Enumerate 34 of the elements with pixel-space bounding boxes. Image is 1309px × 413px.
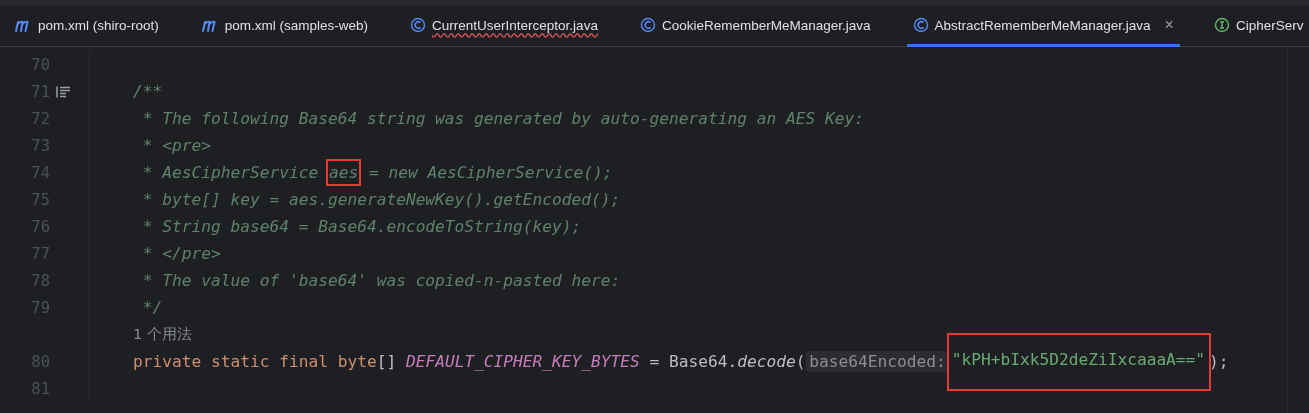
doc-comment: * <pre>: [141, 136, 211, 155]
class-icon: [410, 17, 427, 33]
code-text: = Base64.: [648, 352, 738, 371]
class-icon: [639, 17, 656, 33]
editor-tab[interactable]: pom.xml (samples-web): [200, 6, 377, 47]
doc-comment: * byte[] key = aes.generateNewKey().getEncoded();: [141, 190, 621, 209]
method-name: decode: [737, 352, 796, 371]
usage-hint[interactable]: 1 个用法: [133, 325, 192, 344]
constant-name: DEFAULT_CIPHER_KEY_BYTES: [405, 352, 640, 371]
doc-comment: /**: [133, 82, 163, 101]
doc-comment: * The following Base64 string was generated by auto-generating an AES Key:: [141, 109, 864, 128]
editor-tab[interactable]: CookieRememberMeManager.java: [639, 6, 879, 47]
close-icon[interactable]: ×: [1164, 16, 1174, 34]
doc-comment: = new AesCipherService();: [367, 163, 613, 182]
maven-icon: [14, 18, 32, 32]
rendered-doc-icon[interactable]: [56, 85, 71, 98]
highlighted-doc-comment: aes: [327, 161, 360, 184]
highlighted-string-literal: "kPH+bIxk5D2deZiIxcaaaA==": [948, 334, 1210, 389]
doc-comment: */: [141, 298, 163, 317]
editor-tab[interactable]: CurrentUserInterceptor.java: [410, 6, 606, 47]
doc-comment: * AesCipherService: [141, 163, 320, 182]
parameter-hint: base64Encoded:: [806, 351, 949, 372]
doc-comment: * The value of 'base64' was copied-n-pasted here:: [141, 271, 621, 290]
doc-comment: * </pre>: [141, 244, 221, 263]
class-icon: [912, 17, 929, 33]
code-text: );: [1209, 352, 1229, 371]
editor-tab[interactable]: pom.xml (shiro-root): [14, 6, 167, 47]
code-text: []: [376, 352, 398, 371]
keyword: private static final byte: [133, 352, 377, 371]
editor-tab[interactable]: AbstractRememberMeManager.java ×: [906, 6, 1180, 47]
doc-comment: * String base64 = Base64.encodeToString(key);: [141, 217, 582, 236]
interface-icon: [1213, 17, 1230, 33]
editor-tab[interactable]: CipherServ: [1213, 6, 1309, 47]
maven-icon: [200, 18, 219, 32]
